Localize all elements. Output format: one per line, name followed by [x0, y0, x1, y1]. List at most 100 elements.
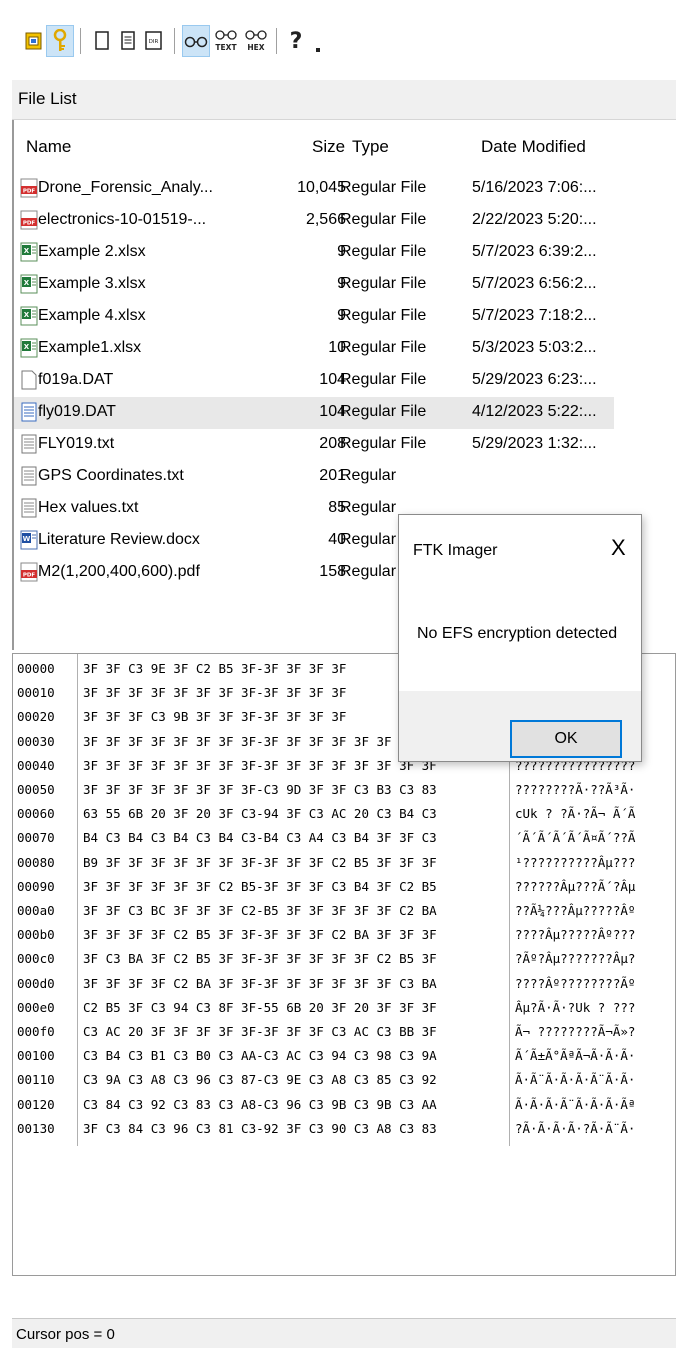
file-type: Regular File	[340, 403, 427, 420]
ok-button[interactable]: OK	[510, 720, 622, 758]
hex-bytes: 3F 3F 3F C3 9B 3F 3F 3F-3F 3F 3F 3F	[83, 709, 347, 725]
file-row[interactable]: fly019.DAT 104 Regular File 4/12/2023 5:22:…	[14, 397, 614, 429]
data-file-icon	[20, 402, 38, 424]
hex-bytes: 3F 3F 3F 3F 3F 3F 3F 3F-C3 9D 3F 3F C3 B…	[83, 782, 437, 797]
file-name: electronics-10-01519-...	[38, 211, 207, 228]
key-button[interactable]	[46, 25, 74, 57]
svg-text:X: X	[24, 247, 30, 255]
hex-offset: 000f0	[17, 1024, 55, 1039]
hex-offset: 00080	[17, 854, 55, 870]
svg-text:W: W	[23, 535, 31, 543]
new-document-button[interactable]	[88, 25, 116, 57]
dialog-message: No EFS encryption detected	[417, 625, 618, 642]
hex-offset: 00060	[17, 806, 55, 822]
toolbar-overflow-dot[interactable]	[316, 48, 320, 52]
hex-row[interactable]: 00050 3F 3F 3F 3F 3F 3F 3F 3F-C3 9D 3F 3F…	[13, 777, 675, 801]
hex-bytes: 3F 3F 3F 3F 3F 3F 3F 3F-3F 3F 3F 3F 3F 3…	[83, 733, 437, 749]
file-row[interactable]: X Example 4.xlsx 9 Regular File 5/7/2023 7:1…	[14, 301, 614, 333]
hex-bytes: C2 B5 3F C3 94 C3 8F 3F-55 6B 20 3F 20 3…	[83, 999, 437, 1015]
hex-row[interactable]: 00060 63 55 6B 20 3F 20 3F C3-94 3F C3 AC…	[13, 801, 675, 825]
close-icon[interactable]: X	[611, 535, 626, 561]
hex-row[interactable]: 000f0 C3 AC 20 3F 3F 3F 3F 3F-3F 3F 3F C3…	[13, 1019, 675, 1043]
file-date-modified: 4/12/2023 5:22:...	[472, 403, 597, 420]
hex-bytes: 3F 3F 3F 3F 3F 3F C2 B5-3F 3F 3F C3 B4 3…	[83, 878, 437, 894]
excel-icon: X	[20, 338, 38, 360]
hex-offset: 00070	[17, 830, 55, 846]
hex-bytes: 3F 3F 3F 3F C2 BA 3F 3F-3F 3F 3F 3F 3F 3…	[83, 975, 437, 991]
file-name: f019a.DAT	[38, 371, 114, 388]
hex-text: ????????Ã·??Ã³Ã·	[515, 782, 636, 797]
hex-offset: 00040	[17, 757, 55, 773]
file-row[interactable]: GPS Coordinates.txt 201 Regular	[14, 461, 614, 493]
hex-text: ´Ã´Ã´Ã´Ã´Ã¤Ã´??Ã	[515, 830, 636, 846]
help-button[interactable]: ?	[282, 25, 310, 57]
text-view-icon: TEXT	[215, 30, 237, 52]
hex-row[interactable]: 000a0 3F 3F C3 BC 3F 3F 3F C2-B5 3F 3F 3F…	[13, 898, 675, 922]
hex-row[interactable]: 00070 B4 C3 B4 C3 B4 C3 B4 C3-B4 C3 A4 C3…	[13, 825, 675, 849]
svg-text:X: X	[24, 279, 30, 287]
file-row[interactable]: X Example 2.xlsx 9 Regular File 5/7/2023 6:3…	[14, 237, 614, 269]
hex-bytes: 3F C3 84 C3 96 C3 81 C3-92 3F C3 90 C3 A…	[83, 1120, 437, 1136]
file-row[interactable]: f019a.DAT 104 Regular File 5/29/2023 6:23:.…	[14, 365, 614, 397]
column-header-name[interactable]: Name	[26, 137, 71, 157]
hex-row[interactable]: 000e0 C2 B5 3F C3 94 C3 8F 3F-55 6B 20 3F…	[13, 995, 675, 1019]
hex-text: Ã·Ã¨Ã·Ã·Ã·Ã¨Ã·Ã·	[515, 1072, 636, 1088]
hex-row[interactable]: 00100 C3 B4 C3 B1 C3 B0 C3 AA-C3 AC C3 94…	[13, 1043, 675, 1067]
hex-row[interactable]: 000b0 3F 3F 3F 3F C2 B5 3F 3F-3F 3F 3F C2…	[13, 922, 675, 946]
hex-row[interactable]: 00120 C3 84 C3 92 C3 83 C3 A8-C3 96 C3 9B…	[13, 1092, 675, 1116]
svg-text:PDF: PDF	[23, 573, 36, 579]
text-file-icon	[20, 434, 38, 456]
hex-row[interactable]: 00110 C3 9A C3 A8 C3 96 C3 87-C3 9E C3 A8…	[13, 1067, 675, 1091]
new-document-icon	[95, 31, 109, 50]
hex-offset: 00020	[17, 709, 55, 725]
hex-row[interactable]: 00130 3F C3 84 C3 96 C3 81 C3-92 3F C3 90…	[13, 1116, 675, 1140]
hex-view-button[interactable]: HEX	[242, 25, 270, 57]
hex-text: ¹??????????Âµ???	[515, 854, 636, 870]
file-date-modified: 5/7/2023 6:39:2...	[472, 243, 597, 260]
svg-text:X: X	[24, 311, 30, 319]
text-file-icon	[20, 466, 38, 488]
file-row[interactable]: FLY019.txt 208 Regular File 5/29/2023 1:32:…	[14, 429, 614, 461]
hex-offset: 00130	[17, 1120, 55, 1136]
file-type: Regular File	[340, 211, 427, 228]
svg-text:X: X	[24, 343, 30, 351]
hex-text: Âµ?Ã·Ã·?Uk ? ???	[515, 999, 636, 1015]
directory-button[interactable]: DIR	[140, 25, 168, 57]
hex-offset: 000d0	[17, 975, 55, 991]
hex-bytes: B9 3F 3F 3F 3F 3F 3F 3F-3F 3F 3F C2 B5 3…	[83, 854, 437, 870]
hex-row[interactable]: 000c0 3F C3 BA 3F C2 B5 3F 3F-3F 3F 3F 3F…	[13, 946, 675, 970]
file-row[interactable]: PDF Drone_Forensic_Analy... 10,045 Regular …	[14, 173, 614, 205]
file-list-header: File List	[12, 80, 676, 120]
file-name: GPS Coordinates.txt	[38, 467, 184, 484]
hex-row[interactable]: 00080 B9 3F 3F 3F 3F 3F 3F 3F-3F 3F 3F C2…	[13, 850, 675, 874]
file-row[interactable]: PDF electronics-10-01519-... 2,566 Regular …	[14, 205, 614, 237]
pdf-icon: PDF	[20, 210, 38, 232]
hex-bytes: C3 84 C3 92 C3 83 C3 A8-C3 96 C3 9B C3 9…	[83, 1096, 437, 1112]
file-type: Regular File	[340, 179, 427, 196]
text-document-button[interactable]	[114, 25, 142, 57]
file-row[interactable]: X Example1.xlsx 10 Regular File 5/3/2023 5:0…	[14, 333, 614, 365]
column-header-date[interactable]: Date Modified	[481, 137, 586, 157]
pdf-icon: PDF	[20, 178, 38, 200]
add-evidence-button[interactable]	[20, 25, 48, 57]
file-name: Example 4.xlsx	[38, 307, 146, 324]
column-header-type[interactable]: Type	[352, 137, 389, 157]
hex-text: ?Ã·Ã·Ã·Ã·?Ã·Ã¨Ã·	[515, 1120, 636, 1136]
glasses-button[interactable]	[182, 25, 210, 57]
hex-offset: 00110	[17, 1072, 55, 1088]
file-name: FLY019.txt	[38, 435, 115, 452]
ftk-imager-dialog: FTK Imager X No EFS encryption detected …	[398, 514, 642, 762]
file-row[interactable]: X Example 3.xlsx 9 Regular File 5/7/2023 6:5…	[14, 269, 614, 301]
svg-text:PDF: PDF	[23, 221, 36, 227]
hex-bytes: C3 B4 C3 B1 C3 B0 C3 AA-C3 AC C3 94 C3 9…	[83, 1048, 437, 1064]
status-bar: Cursor pos = 0	[12, 1318, 676, 1348]
hex-offset: 000b0	[17, 927, 55, 943]
hex-row[interactable]: 000d0 3F 3F 3F 3F C2 BA 3F 3F-3F 3F 3F 3F…	[13, 971, 675, 995]
toolbar: DIR TEXT HEX ?	[0, 0, 676, 78]
hex-text: ??Ã¼???Âµ?????Âº	[515, 903, 636, 918]
file-type: Regular	[340, 531, 397, 548]
text-view-button[interactable]: TEXT	[212, 25, 240, 57]
hex-row[interactable]: 00090 3F 3F 3F 3F 3F 3F C2 B5-3F 3F 3F C3…	[13, 874, 675, 898]
cursor-position: Cursor pos = 0	[16, 1326, 115, 1343]
column-header-size[interactable]: Size	[312, 137, 345, 157]
